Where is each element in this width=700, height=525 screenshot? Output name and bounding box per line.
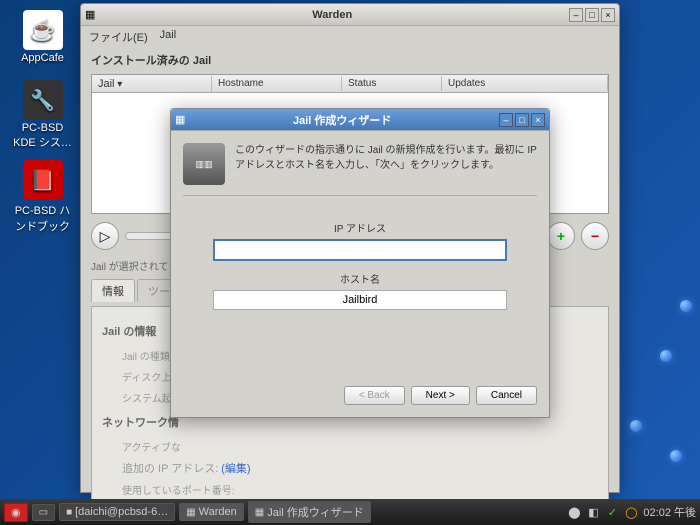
start-button[interactable]: ◉: [4, 503, 28, 522]
wizard-window: ▦ Jail 作成ウィザード –□× ▥▥ このウィザードの指示通りに Jail…: [170, 108, 550, 418]
close-button[interactable]: ×: [531, 113, 545, 127]
cancel-button[interactable]: Cancel: [476, 386, 537, 405]
edit-link[interactable]: (編集): [221, 463, 250, 475]
taskbar-wizard[interactable]: ▦ Jail 作成ウィザード: [248, 501, 371, 523]
host-label: ホスト名: [213, 271, 507, 286]
col-status[interactable]: Status: [342, 76, 442, 91]
tab-info[interactable]: 情報: [91, 279, 135, 302]
jail-icon: ▥▥: [183, 143, 225, 185]
info-row: アクティブな: [102, 436, 598, 457]
ip-input[interactable]: [213, 239, 507, 261]
ip-label: IP アドレス: [213, 220, 507, 235]
show-desktop[interactable]: ▭: [32, 504, 55, 521]
tray-icon[interactable]: ⬤: [567, 505, 581, 519]
info-row: 追加の IP アドレス: (編集): [102, 457, 598, 479]
tray-icon[interactable]: ✓: [605, 505, 619, 519]
back-button: < Back: [344, 386, 405, 405]
app-icon: ▦: [85, 8, 95, 21]
window-title: Warden: [95, 9, 569, 21]
minimize-button[interactable]: –: [569, 8, 583, 22]
play-button[interactable]: ▷: [91, 222, 119, 250]
maximize-button[interactable]: □: [515, 113, 529, 127]
close-button[interactable]: ×: [601, 8, 615, 22]
section-label: インストール済みの Jail: [81, 48, 619, 72]
add-button[interactable]: +: [547, 222, 575, 250]
titlebar[interactable]: ▦ Warden –□×: [81, 4, 619, 26]
tray-icon[interactable]: ◯: [624, 505, 638, 519]
col-jail[interactable]: Jail ▾: [92, 76, 212, 92]
desktop-icon-appcafe[interactable]: ☕AppCafe: [10, 10, 75, 64]
col-updates[interactable]: Updates: [442, 76, 608, 91]
pdf-icon: 📕: [23, 160, 63, 200]
minimize-button[interactable]: –: [499, 113, 513, 127]
menu-jail[interactable]: Jail: [160, 29, 177, 45]
system-tray: ⬤ ◧ ✓ ◯ 02:02 午後: [567, 504, 696, 520]
taskbar: ◉ ▭ ■ [daichi@pcbsd-6… ▦ Warden ▦ Jail 作…: [0, 499, 700, 525]
remove-button[interactable]: −: [581, 222, 609, 250]
col-hostname[interactable]: Hostname: [212, 76, 342, 91]
menu-file[interactable]: ファイル(E): [89, 29, 148, 45]
info-row: 使用しているポート番号:: [102, 479, 598, 500]
desktop-icon-handbook[interactable]: 📕PC-BSD ハンドブック: [10, 160, 75, 234]
wizard-titlebar[interactable]: ▦ Jail 作成ウィザード –□×: [171, 109, 549, 131]
desktop-icon-kde[interactable]: 🔧PC-BSD KDE シス…: [10, 80, 75, 150]
taskbar-terminal[interactable]: ■ [daichi@pcbsd-6…: [59, 503, 175, 521]
clock[interactable]: 02:02 午後: [643, 504, 696, 520]
wizard-icon: ▦: [175, 113, 185, 126]
coffee-icon: ☕: [23, 10, 63, 50]
tray-icon[interactable]: ◧: [586, 505, 600, 519]
wizard-title: Jail 作成ウィザード: [185, 112, 499, 128]
host-input[interactable]: [213, 290, 507, 310]
maximize-button[interactable]: □: [585, 8, 599, 22]
menubar: ファイル(E) Jail: [81, 26, 619, 48]
wrench-icon: 🔧: [23, 80, 63, 120]
next-button[interactable]: Next >: [411, 386, 470, 405]
wizard-intro: このウィザードの指示通りに Jail の新規作成を行います。最初に IP アドレ…: [235, 143, 537, 185]
taskbar-warden[interactable]: ▦ Warden: [179, 503, 244, 521]
